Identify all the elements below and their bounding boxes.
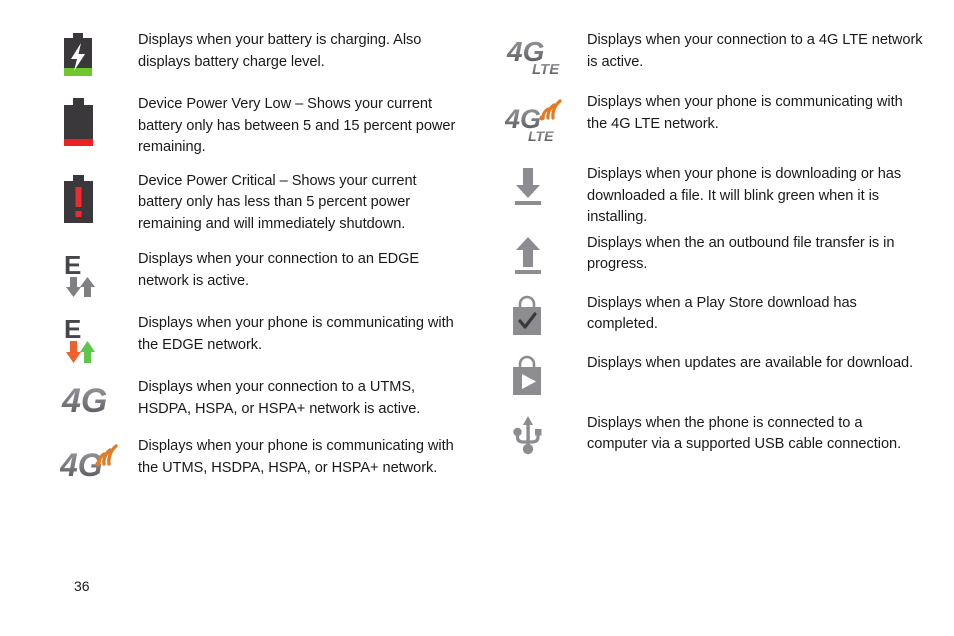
table-row: Displays when a Play Store download has … xyxy=(505,293,925,339)
table-row: Device Power Critical – Shows your curre… xyxy=(60,171,460,236)
page-number: 36 xyxy=(74,578,90,594)
four-g-icon: 4G xyxy=(60,379,122,419)
table-row: 4G Displays when your phone is communica… xyxy=(60,436,460,484)
table-row: Displays when the phone is connected to … xyxy=(505,413,925,459)
row-description: Device Power Very Low – Shows your curre… xyxy=(138,96,456,155)
row-description: Displays when updates are available for … xyxy=(587,354,914,371)
table-row: 4G LTE Displays when your connection to … xyxy=(505,30,925,78)
battery-critical-icon xyxy=(60,173,96,225)
right-column: 4G LTE Displays when your connection to … xyxy=(505,30,925,459)
svg-text:E: E xyxy=(64,251,81,280)
row-description: Displays when your connection to a 4G LT… xyxy=(587,32,923,70)
download-arrow-icon xyxy=(511,166,545,208)
icon-cell xyxy=(60,30,138,80)
play-store-updates-available-icon xyxy=(509,355,547,399)
left-column: Displays when your battery is charging. … xyxy=(60,30,460,484)
svg-text:LTE: LTE xyxy=(532,61,560,78)
table-row: Displays when the an outbound file trans… xyxy=(505,233,925,277)
icon-cell xyxy=(505,353,587,399)
battery-very-low-icon xyxy=(60,96,96,148)
table-row: 4G LTE Displays when your phone is commu… xyxy=(505,92,925,146)
svg-text:LTE: LTE xyxy=(528,128,554,144)
row-description: Displays when your phone is communicatin… xyxy=(138,315,454,353)
icon-cell xyxy=(505,413,587,459)
usb-connection-icon xyxy=(511,415,545,459)
row-description: Displays when your phone is communicatin… xyxy=(587,94,903,132)
row-description: Displays when your connection to a UTMS,… xyxy=(138,379,421,417)
row-description: Displays when your connection to an EDGE… xyxy=(138,251,420,289)
table-row: 4G Displays when your connection to a UT… xyxy=(60,377,460,420)
document-page: Displays when your battery is charging. … xyxy=(0,0,954,636)
icon-cell xyxy=(505,293,587,339)
row-description: Displays when your phone is communicatin… xyxy=(138,438,454,476)
four-g-lte-icon: 4G LTE xyxy=(505,32,571,78)
row-description: Displays when the phone is connected to … xyxy=(587,414,902,453)
play-store-download-complete-icon xyxy=(509,295,547,339)
icon-cell: 4G xyxy=(60,436,138,484)
icon-cell xyxy=(60,94,138,148)
row-description: Displays when your phone is downloading … xyxy=(587,166,902,225)
icon-cell xyxy=(505,233,587,277)
icon-cell: E xyxy=(60,313,138,365)
edge-network-active-icon: E xyxy=(60,315,100,365)
icon-cell: 4G LTE xyxy=(505,92,587,146)
table-row: Displays when your battery is charging. … xyxy=(60,30,460,80)
row-description: Device Power Critical – Shows your curre… xyxy=(138,172,417,232)
row-description: Displays when a Play Store download has … xyxy=(587,294,857,333)
table-row: Displays when updates are available for … xyxy=(505,353,925,399)
table-row: Device Power Very Low – Shows your curre… xyxy=(60,94,460,159)
icon-cell xyxy=(505,164,587,208)
upload-arrow-icon xyxy=(511,235,545,277)
four-g-lte-active-icon: 4G LTE xyxy=(505,94,575,146)
table-row: Displays when your phone is downloading … xyxy=(505,164,925,229)
svg-text:4G: 4G xyxy=(61,382,107,419)
four-g-active-icon: 4G xyxy=(60,438,126,484)
icon-cell: 4G LTE xyxy=(505,30,587,78)
svg-text:E: E xyxy=(64,315,81,344)
icon-cell xyxy=(60,171,138,225)
icon-cell: E xyxy=(60,249,138,299)
table-row: E Displays when your connection to an ED… xyxy=(60,249,460,299)
battery-charging-icon xyxy=(60,32,96,80)
row-description: Displays when your battery is charging. … xyxy=(138,32,422,70)
row-description: Displays when the an outbound file trans… xyxy=(587,234,895,273)
edge-network-icon: E xyxy=(60,251,100,299)
table-row: E Displays when your phone is communicat… xyxy=(60,313,460,365)
icon-cell: 4G xyxy=(60,377,138,419)
